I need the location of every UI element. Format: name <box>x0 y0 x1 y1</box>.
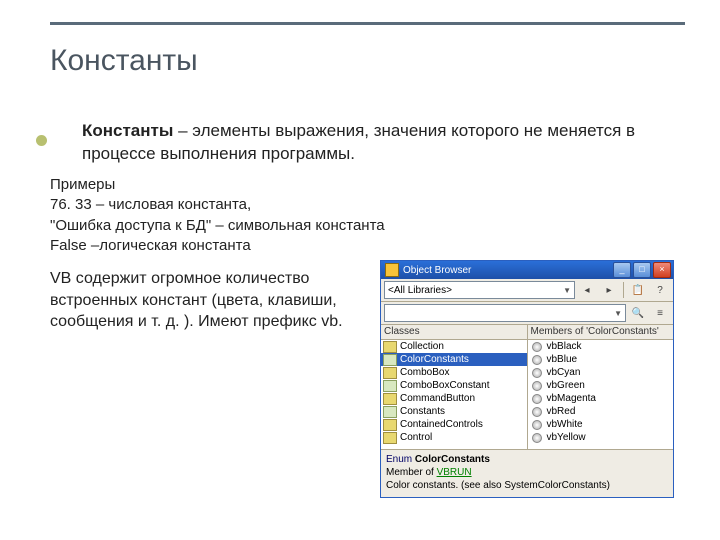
class-item-label: CommandButton <box>400 393 475 404</box>
constant-icon <box>532 407 542 417</box>
example-numeric: 76. 33 – числовая константа, <box>50 195 385 215</box>
class-item[interactable]: Constants <box>381 405 527 418</box>
examples-heading: Примеры <box>50 175 385 195</box>
page-title: Константы <box>50 44 198 78</box>
class-item[interactable]: ColorConstants <box>381 353 527 366</box>
app-icon <box>385 263 399 277</box>
class-item[interactable]: ComboBox <box>381 366 527 379</box>
toolbar-separator <box>623 282 624 298</box>
class-item[interactable]: ContainedControls <box>381 418 527 431</box>
examples-block: Примеры 76. 33 – числовая константа, "Ош… <box>50 175 385 256</box>
member-item[interactable]: vbWhite <box>528 418 674 431</box>
class-icon <box>383 419 397 431</box>
chevron-down-icon: ▼ <box>614 309 622 318</box>
window-titlebar[interactable]: Object Browser _ □ × <box>381 261 673 279</box>
search-toolbar: ▼ 🔍 ≡ <box>381 302 673 325</box>
class-item-label: ContainedControls <box>400 419 483 430</box>
minimize-button[interactable]: _ <box>613 262 631 278</box>
enum-icon <box>383 354 397 366</box>
header-rule <box>50 22 685 25</box>
vb-paragraph: VB содержит огромное количество встроенн… <box>50 268 360 333</box>
bullet-icon <box>36 135 47 146</box>
member-item-label: vbGreen <box>547 380 585 391</box>
class-item-label: ComboBox <box>400 367 449 378</box>
search-button[interactable]: 🔍 <box>628 303 648 323</box>
member-item-label: vbYellow <box>547 432 586 443</box>
example-boolean: False –логическая константа <box>50 236 385 256</box>
member-item[interactable]: vbMagenta <box>528 392 674 405</box>
enum-icon <box>383 406 397 418</box>
class-item[interactable]: Control <box>381 431 527 444</box>
constant-icon <box>532 342 542 352</box>
library-selected: <All Libraries> <box>388 285 452 296</box>
constant-icon <box>532 433 542 443</box>
class-icon <box>383 367 397 379</box>
definition-term: Константы <box>82 121 173 140</box>
class-item[interactable]: ComboBoxConstant <box>381 379 527 392</box>
member-item[interactable]: vbBlack <box>528 340 674 353</box>
constant-icon <box>532 355 542 365</box>
detail-library-link[interactable]: VBRUN <box>437 467 472 478</box>
members-pane: Members of 'ColorConstants' vbBlack vbBlu… <box>528 325 674 449</box>
member-item[interactable]: vbCyan <box>528 366 674 379</box>
view-definition-button[interactable]: ? <box>650 280 670 300</box>
object-browser-window: Object Browser _ □ × <All Libraries> ▼ ◂… <box>380 260 674 498</box>
detail-name: ColorConstants <box>415 454 490 465</box>
search-input[interactable]: ▼ <box>384 304 626 322</box>
member-item[interactable]: vbYellow <box>528 431 674 444</box>
classes-header: Classes <box>381 325 527 340</box>
detail-pane: Enum ColorConstants Member of VBRUN Colo… <box>381 450 673 497</box>
back-button[interactable]: ◂ <box>577 280 597 300</box>
class-item[interactable]: CommandButton <box>381 392 527 405</box>
member-item-label: vbRed <box>547 406 576 417</box>
enum-icon <box>383 380 397 392</box>
example-string: "Ошибка доступа к БД" – символьная конст… <box>50 216 385 236</box>
detail-description: Color constants. (see also SystemColorCo… <box>386 479 668 492</box>
detail-keyword: Enum <box>386 454 412 465</box>
maximize-button[interactable]: □ <box>633 262 651 278</box>
members-list[interactable]: vbBlack vbBlue vbCyan vbGreen vbMagenta vbRed… <box>528 340 674 449</box>
definition-text: Константы – элементы выражения, значения… <box>82 120 670 166</box>
class-item-label: Constants <box>400 406 445 417</box>
member-item[interactable]: vbRed <box>528 405 674 418</box>
toolbar: <All Libraries> ▼ ◂ ▸ 📋 ? <box>381 279 673 302</box>
member-item[interactable]: vbBlue <box>528 353 674 366</box>
class-item-label: Control <box>400 432 432 443</box>
class-item[interactable]: Collection <box>381 340 527 353</box>
class-icon <box>383 393 397 405</box>
class-icon <box>383 432 397 444</box>
library-dropdown[interactable]: <All Libraries> ▼ <box>384 281 575 299</box>
close-button[interactable]: × <box>653 262 671 278</box>
classes-list[interactable]: Collection ColorConstants ComboBox ComboBox… <box>381 340 527 449</box>
detail-member-of-label: Member of <box>386 467 437 478</box>
constant-icon <box>532 394 542 404</box>
member-item-label: vbBlack <box>547 341 582 352</box>
class-item-label: ComboBoxConstant <box>400 380 490 391</box>
constant-icon <box>532 420 542 430</box>
classes-pane: Classes Collection ColorConstants ComboBox… <box>381 325 528 449</box>
constant-icon <box>532 368 542 378</box>
member-item[interactable]: vbGreen <box>528 379 674 392</box>
constant-icon <box>532 381 542 391</box>
members-header: Members of 'ColorConstants' <box>528 325 674 340</box>
class-icon <box>383 341 397 353</box>
window-title: Object Browser <box>403 265 613 276</box>
class-item-label: ColorConstants <box>400 354 469 365</box>
forward-button[interactable]: ▸ <box>599 280 619 300</box>
member-item-label: vbMagenta <box>547 393 596 404</box>
member-item-label: vbCyan <box>547 367 581 378</box>
copy-button[interactable]: 📋 <box>628 280 648 300</box>
show-search-results-button[interactable]: ≡ <box>650 303 670 323</box>
class-item-label: Collection <box>400 341 444 352</box>
member-item-label: vbBlue <box>547 354 578 365</box>
member-item-label: vbWhite <box>547 419 583 430</box>
browser-panes: Classes Collection ColorConstants ComboBox… <box>381 325 673 450</box>
chevron-down-icon: ▼ <box>563 286 571 295</box>
